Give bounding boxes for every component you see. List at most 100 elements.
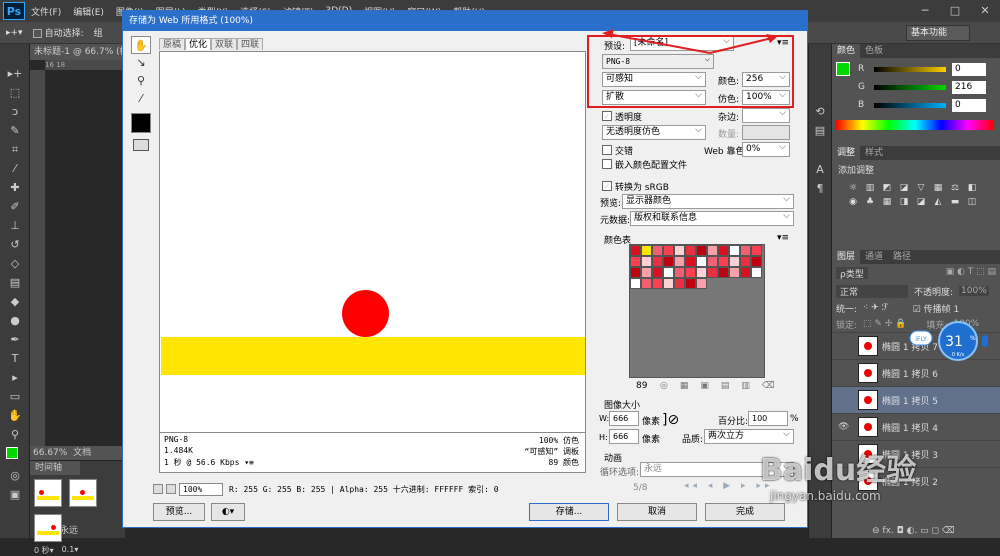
zoom-in-button[interactable] bbox=[166, 484, 176, 494]
curves-icon[interactable]: ◩ bbox=[882, 183, 892, 193]
preview-mode-select[interactable]: 显示器颜色 bbox=[622, 193, 794, 209]
lasso-tool-icon[interactable]: ↄ bbox=[0, 102, 30, 121]
interlaced-checkbox[interactable] bbox=[602, 145, 612, 155]
pen-tool-icon[interactable]: ✒ bbox=[0, 330, 30, 349]
color-table-swatch[interactable] bbox=[685, 267, 696, 278]
tab-optimized[interactable]: 优化 bbox=[185, 38, 212, 50]
path-select-tool-icon[interactable]: ▸ bbox=[0, 368, 30, 387]
quality-select[interactable]: 两次立方 bbox=[704, 428, 794, 444]
gradient-tool-icon[interactable]: ▤ bbox=[0, 273, 30, 292]
eyedropper-tool-icon[interactable]: ⁄ bbox=[131, 90, 151, 108]
opacity-value[interactable]: 100% bbox=[959, 286, 989, 296]
color-table-swatch[interactable] bbox=[674, 245, 685, 256]
color-table-swatch[interactable] bbox=[630, 278, 641, 289]
color-spectrum[interactable] bbox=[836, 120, 994, 130]
frame-delay[interactable]: 0.1▾ bbox=[62, 545, 79, 556]
eye-icon[interactable]: 👁 bbox=[838, 422, 850, 432]
tab-2-up[interactable]: 双联 bbox=[211, 38, 238, 50]
tab-color[interactable]: 颜色 bbox=[832, 44, 861, 58]
type-tool-icon[interactable]: T bbox=[0, 349, 30, 368]
color-table-swatch[interactable] bbox=[674, 256, 685, 267]
matte-select[interactable] bbox=[742, 107, 790, 123]
convert-srgb-checkbox[interactable]: ✓ bbox=[602, 181, 612, 191]
balance-icon[interactable]: ⚖ bbox=[950, 183, 960, 193]
character-panel-icon[interactable]: A bbox=[809, 160, 831, 179]
color-table-swatch[interactable] bbox=[718, 256, 729, 267]
levels-icon[interactable]: ▥ bbox=[865, 183, 875, 193]
width-input[interactable]: 666 bbox=[609, 411, 639, 426]
color-table-swatch[interactable] bbox=[718, 267, 729, 278]
tab-paths[interactable]: 路径 bbox=[888, 250, 916, 264]
auto-select-checkbox[interactable]: 自动选择: bbox=[32, 26, 84, 39]
image-preview[interactable] bbox=[159, 51, 586, 433]
color-table-swatch[interactable] bbox=[751, 267, 762, 278]
color-table-swatch[interactable] bbox=[707, 267, 718, 278]
network-speed-widget[interactable]: iFLY 31 % 0 K/s bbox=[908, 320, 994, 364]
quick-select-tool-icon[interactable]: ✎ bbox=[0, 121, 30, 140]
color-table-swatch[interactable] bbox=[751, 256, 762, 267]
marquee-tool-icon[interactable]: ⬚ bbox=[0, 83, 30, 102]
color-table-swatch[interactable] bbox=[729, 267, 740, 278]
zoom-tool-icon[interactable]: ⚲ bbox=[131, 72, 151, 90]
color-table-swatch[interactable] bbox=[652, 267, 663, 278]
channel-slider[interactable] bbox=[874, 102, 946, 108]
color-table-swatch[interactable] bbox=[696, 267, 707, 278]
timeline-frame[interactable] bbox=[68, 479, 97, 507]
hand-tool-icon[interactable]: ✋ bbox=[131, 36, 151, 54]
close-icon[interactable]: ✕ bbox=[970, 0, 1000, 22]
color-table[interactable] bbox=[629, 244, 765, 378]
menu-edit[interactable]: 编辑(E) bbox=[73, 5, 104, 18]
document-tab[interactable]: 未标题-1 @ 66.7% (椭 bbox=[30, 44, 125, 60]
channel-slider[interactable] bbox=[874, 66, 946, 72]
color-table-swatch[interactable] bbox=[729, 245, 740, 256]
color-table-swatch[interactable] bbox=[685, 245, 696, 256]
crop-tool-icon[interactable]: ⌗ bbox=[0, 140, 30, 159]
move-tool-icon[interactable]: ▸+ bbox=[0, 64, 30, 83]
tab-swatches[interactable]: 色板 bbox=[860, 44, 888, 58]
constrain-link-icon[interactable]: ]⊘ bbox=[662, 412, 679, 428]
eraser-tool-icon[interactable]: ◇ bbox=[0, 254, 30, 273]
color-table-swatch[interactable] bbox=[740, 256, 751, 267]
stamp-tool-icon[interactable]: ⊥ bbox=[0, 216, 30, 235]
bw-icon[interactable]: ◧ bbox=[967, 183, 977, 193]
layer-filter[interactable]: ρ类型 bbox=[836, 267, 868, 280]
color-table-swatch[interactable] bbox=[663, 245, 674, 256]
minimize-icon[interactable]: ─ bbox=[910, 0, 940, 22]
channel-value[interactable]: 216 bbox=[952, 80, 986, 94]
move-tool-icon[interactable]: ▸+▾ bbox=[6, 28, 23, 38]
transparency-dither-select[interactable]: 无透明度仿色 bbox=[602, 124, 706, 140]
embed-profile-checkbox[interactable] bbox=[602, 159, 612, 169]
color-table-swatch[interactable] bbox=[696, 245, 707, 256]
blur-tool-icon[interactable]: ◆ bbox=[0, 292, 30, 311]
preview-button[interactable]: 预览... bbox=[153, 503, 205, 521]
photo-filter-icon[interactable]: ◉ bbox=[848, 197, 858, 207]
tab-4-up[interactable]: 四联 bbox=[237, 38, 264, 50]
lock-icons[interactable]: ⬚ ✎ ✢ 🔒 bbox=[863, 319, 906, 329]
color-table-swatch[interactable] bbox=[663, 278, 674, 289]
healing-tool-icon[interactable]: ✚ bbox=[0, 178, 30, 197]
timeline-tab[interactable]: 时间轴 bbox=[30, 461, 80, 475]
slice-select-tool-icon[interactable]: ↘ bbox=[131, 54, 151, 72]
save-button[interactable]: 存储... bbox=[529, 503, 609, 521]
auto-select-dropdown[interactable]: 组 bbox=[94, 26, 103, 39]
shape-tool-icon[interactable]: ▭ bbox=[0, 387, 30, 406]
color-table-swatch[interactable] bbox=[641, 267, 652, 278]
layer-name[interactable]: 椭圆 1 拷贝 6 bbox=[882, 367, 938, 380]
zoom-status[interactable]: 66.67% 文档 bbox=[30, 446, 125, 460]
toggle-slices-icon[interactable] bbox=[133, 139, 149, 151]
color-table-swatch[interactable] bbox=[685, 278, 696, 289]
vibrance-icon[interactable]: ▽ bbox=[916, 183, 926, 193]
color-table-swatch[interactable] bbox=[707, 256, 718, 267]
unify-icons[interactable]: ⁖ ✈ ℱ bbox=[863, 303, 889, 313]
brightness-icon[interactable]: ☼ bbox=[848, 183, 858, 193]
tab-channels[interactable]: 通道 bbox=[860, 250, 888, 264]
properties-panel-icon[interactable]: ▤ bbox=[809, 121, 831, 140]
hand-tool-icon[interactable]: ✋ bbox=[0, 406, 30, 425]
color-table-swatch[interactable] bbox=[674, 278, 685, 289]
threshold-icon[interactable]: ◭ bbox=[933, 197, 943, 207]
frame-delay[interactable]: 0 秒▾ bbox=[34, 545, 54, 556]
color-table-swatch[interactable] bbox=[751, 245, 762, 256]
color-table-swatch[interactable] bbox=[740, 267, 751, 278]
lookup-icon[interactable]: ▦ bbox=[882, 197, 892, 207]
foreground-color-swatch[interactable] bbox=[836, 62, 850, 76]
